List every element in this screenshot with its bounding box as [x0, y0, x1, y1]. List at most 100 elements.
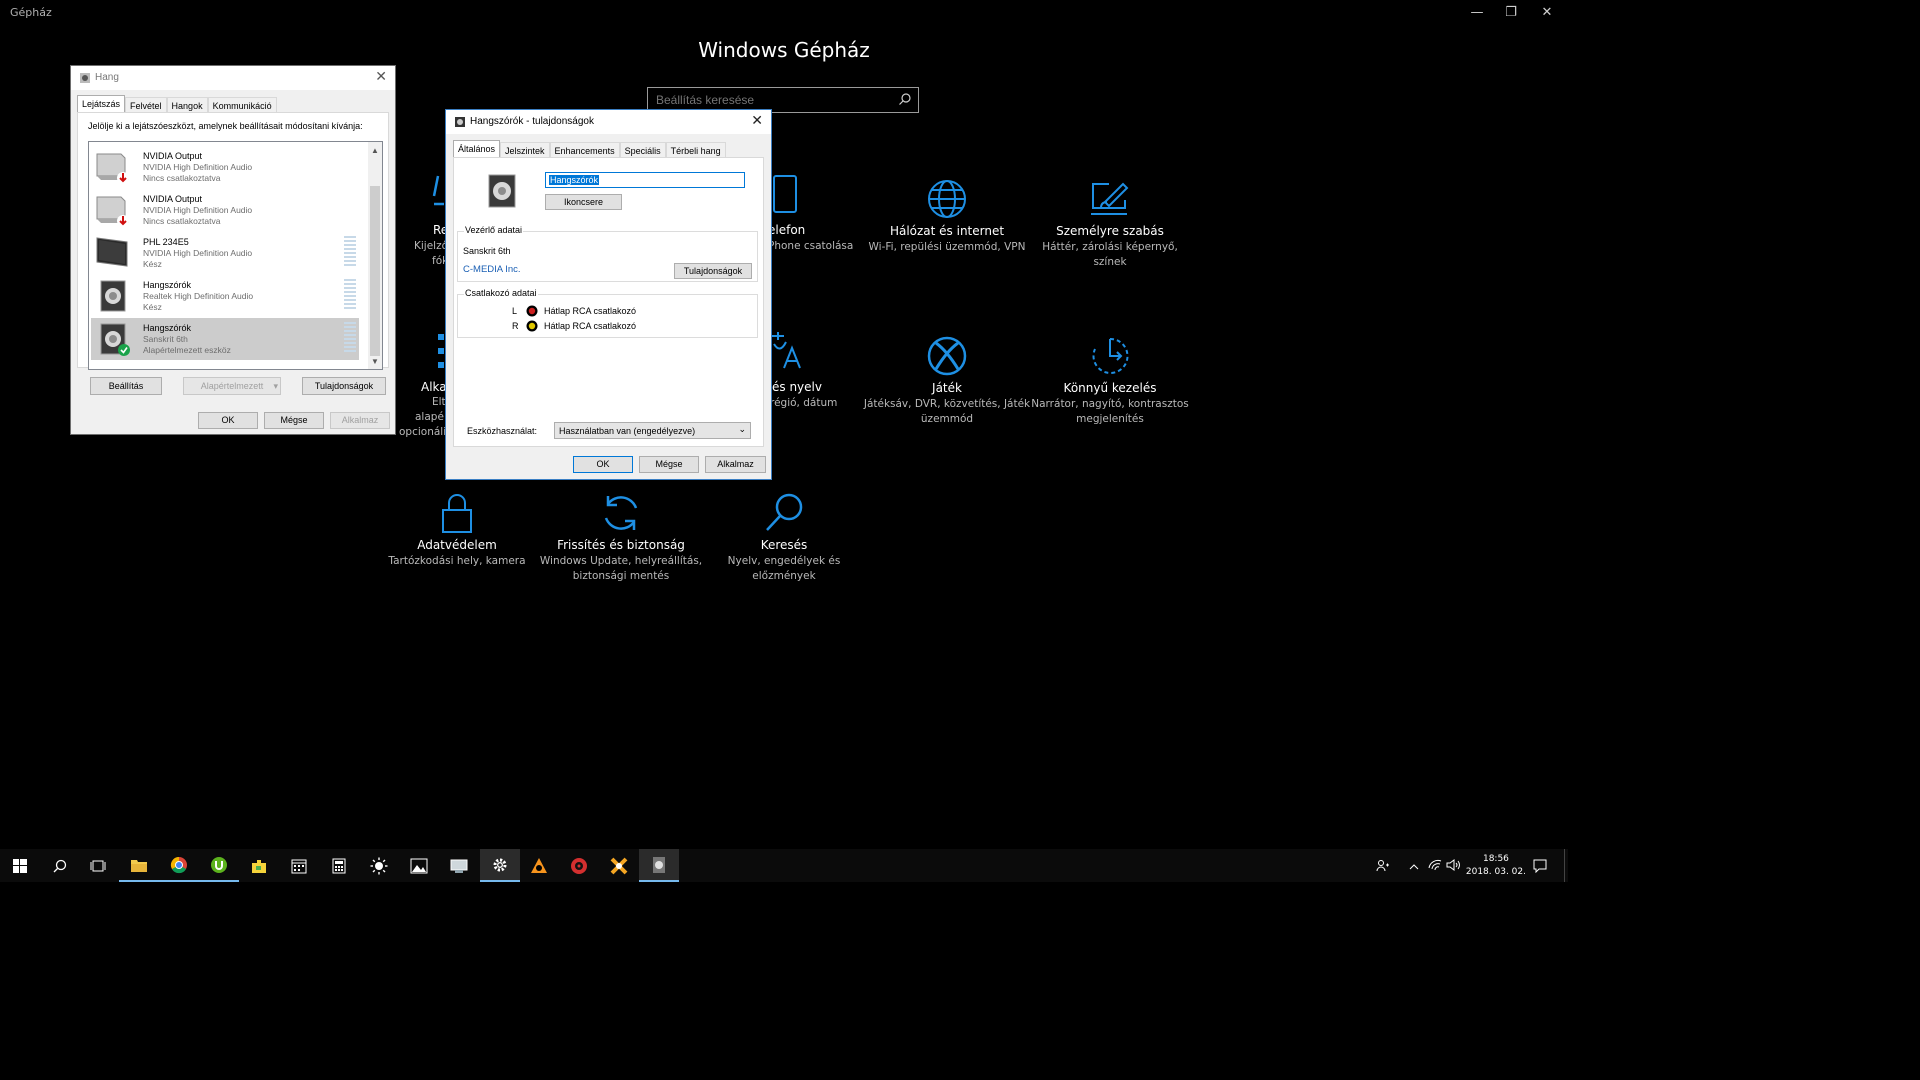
- rca-jack-red-icon: [526, 305, 538, 317]
- sound-dialog-close-button[interactable]: ✕: [375, 68, 387, 85]
- privacy-tile-title: Adatvédelem: [417, 538, 497, 552]
- search-icon[interactable]: [898, 92, 912, 106]
- playback-panel: Jelölje ki a lejátszóeszközt, amelynek b…: [77, 112, 389, 395]
- scrollbar-thumb[interactable]: [370, 186, 380, 356]
- device-name-field[interactable]: Hangszórók: [545, 172, 745, 188]
- language-tile-sub: régió, dátum: [770, 397, 838, 409]
- phone-tile[interactable]: [772, 174, 798, 218]
- device-name: Hangszórók: [143, 323, 192, 333]
- network-icon[interactable]: [1428, 857, 1442, 876]
- taskbar-avast[interactable]: [519, 849, 559, 882]
- update-security-tile[interactable]: Frissítés és biztonság Windows Update, h…: [536, 484, 706, 584]
- taskbar-puzzle-app[interactable]: [239, 849, 279, 882]
- apps-tile-sub1: Elt: [432, 396, 446, 408]
- taskbar-onscreen-app[interactable]: [439, 849, 479, 882]
- system-clock[interactable]: 18:56 2018. 03. 02.: [1466, 853, 1526, 879]
- personalize-tile[interactable]: Személyre szabás Háttér, zárolási képern…: [1025, 170, 1195, 270]
- list-item[interactable]: NVIDIA Output NVIDIA High Definition Aud…: [91, 189, 359, 231]
- device-usage-value: Használatban van (engedélyezve): [559, 426, 696, 436]
- chevron-up-icon[interactable]: [1408, 858, 1420, 877]
- gaming-tile-sub: Játéksáv, DVR, közvetítés, Játék üzemmód: [863, 398, 1031, 425]
- ok-button[interactable]: OK: [198, 412, 258, 429]
- list-item[interactable]: PHL 234E5 NVIDIA High Definition Audio K…: [91, 232, 359, 274]
- gaming-tile[interactable]: Játék Játéksáv, DVR, közvetítés, Játék ü…: [862, 327, 1032, 427]
- taskbar-weather[interactable]: [359, 849, 399, 882]
- taskbar-sound-control[interactable]: [639, 849, 679, 882]
- privacy-tile[interactable]: Adatvédelem Tartózkodási hely, kamera: [372, 484, 542, 569]
- device-name-value: Hangszórók: [549, 175, 600, 185]
- taskbar-settings[interactable]: [480, 849, 520, 882]
- taskbar-file-explorer[interactable]: [119, 849, 159, 882]
- restore-button[interactable]: ❐: [1494, 2, 1528, 24]
- ease-tile-sub: Narrátor, nagyító, kontrasztos megjelení…: [1031, 398, 1189, 425]
- taskbar-utorrent[interactable]: [199, 849, 239, 882]
- display-icon: [432, 175, 444, 206]
- taskbar-chrome[interactable]: [159, 849, 199, 882]
- system-tile-partial[interactable]: [432, 172, 446, 216]
- device-list-scrollbar[interactable]: ▲ ▼: [368, 142, 382, 369]
- speaker-icon: [455, 117, 465, 127]
- set-default-label: Alapértelmezett: [200, 381, 264, 391]
- ok-button[interactable]: OK: [573, 456, 633, 473]
- scroll-up-icon[interactable]: ▲: [371, 146, 379, 155]
- device-status: Kész: [143, 302, 162, 312]
- cancel-button[interactable]: Mégse: [264, 412, 324, 429]
- minimize-button[interactable]: —: [1460, 2, 1494, 24]
- gamepad-icon: [571, 857, 587, 874]
- list-item[interactable]: NVIDIA Output NVIDIA High Definition Aud…: [91, 146, 359, 188]
- apply-button[interactable]: Alkalmaz: [330, 412, 390, 429]
- apply-button[interactable]: Alkalmaz: [705, 456, 766, 473]
- sound-dialog-titlebar[interactable]: Hang ✕: [71, 66, 395, 90]
- controller-properties-button[interactable]: Tulajdonságok: [674, 263, 752, 279]
- change-icon-button[interactable]: Ikoncsere: [545, 194, 622, 210]
- start-button[interactable]: [0, 849, 40, 882]
- configure-button[interactable]: Beállítás: [90, 377, 162, 395]
- update-tile-sub: Windows Update, helyreállítás, biztonság…: [539, 555, 703, 582]
- globe-icon: [928, 180, 966, 218]
- show-desktop-button[interactable]: [1564, 849, 1569, 882]
- jack-group-label: Csatlakozó adatai: [464, 288, 538, 298]
- speaker-icon: [100, 280, 126, 312]
- taskbar-calendar[interactable]: [279, 849, 319, 882]
- device-driver: NVIDIA High Definition Audio: [143, 162, 253, 172]
- vendor-link[interactable]: C-MEDIA Inc.: [463, 264, 521, 275]
- search-tile[interactable]: Keresés Nyelv, engedélyek és előzmények: [699, 484, 869, 584]
- playback-instruction: Jelölje ki a lejátszóeszközt, amelynek b…: [88, 121, 363, 131]
- device-usage-select[interactable]: Használatban van (engedélyezve) ⌄: [554, 422, 751, 439]
- properties-dialog-close-button[interactable]: ✕: [751, 112, 763, 129]
- properties-dialog-titlebar[interactable]: Hangszórók - tulajdonságok ✕: [446, 110, 771, 134]
- speaker-properties-dialog: Hangszórók - tulajdonságok ✕ Általános J…: [445, 109, 772, 480]
- taskbar-photos[interactable]: [399, 849, 439, 882]
- magnifier-icon: [766, 493, 803, 531]
- volume-icon[interactable]: [1446, 857, 1462, 876]
- people-icon[interactable]: [1376, 858, 1390, 877]
- scroll-down-icon[interactable]: ▼: [371, 357, 379, 366]
- apps-tile-title: Alka: [421, 380, 447, 394]
- general-panel: Hangszórók Ikoncsere Vezérlő adatai Sans…: [453, 157, 764, 447]
- action-center-icon[interactable]: [1533, 858, 1547, 877]
- gaming-tile-title: Játék: [932, 381, 962, 395]
- apps-tile-sub2: alapé: [415, 411, 444, 423]
- language-icon: [772, 332, 801, 369]
- taskbar-tool-app[interactable]: [599, 849, 639, 882]
- set-default-button[interactable]: Alapértelmezett ▾: [183, 377, 281, 395]
- speaker-icon: [80, 73, 90, 83]
- network-tile[interactable]: Hálózat és internet Wi-Fi, repülési üzem…: [862, 170, 1032, 255]
- jack-r-label: Hátlap RCA csatlakozó: [544, 321, 637, 331]
- close-button[interactable]: ✕: [1530, 2, 1564, 24]
- settings-window-title: Gépház: [10, 6, 52, 19]
- tool-icon: [610, 857, 628, 874]
- taskbar-game-app[interactable]: [559, 849, 599, 882]
- search-button[interactable]: [40, 849, 80, 882]
- language-tile[interactable]: [770, 330, 806, 374]
- properties-button[interactable]: Tulajdonságok: [302, 377, 386, 395]
- cancel-button[interactable]: Mégse: [639, 456, 699, 473]
- sound-dialog: Hang ✕ Lejátszás Felvétel Hangok Kommuni…: [70, 65, 396, 435]
- list-item[interactable]: Hangszórók Realtek High Definition Audio…: [91, 275, 359, 317]
- taskbar-calculator[interactable]: [319, 849, 359, 882]
- device-driver: NVIDIA High Definition Audio: [143, 205, 253, 215]
- task-view-button[interactable]: [78, 849, 118, 882]
- ease-of-access-tile[interactable]: Könnyű kezelés Narrátor, nagyító, kontra…: [1025, 327, 1195, 427]
- device-list[interactable]: NVIDIA Output NVIDIA High Definition Aud…: [88, 141, 383, 370]
- list-item[interactable]: Hangszórók Sanskrit 6th Alapértelmezett …: [91, 318, 359, 360]
